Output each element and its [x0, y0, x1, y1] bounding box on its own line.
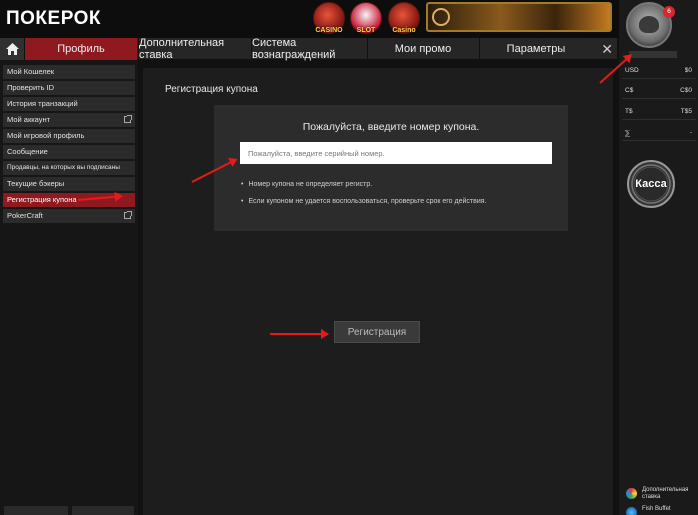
annotation-arrow — [270, 329, 329, 339]
casino-icon[interactable]: CASINO — [313, 2, 345, 34]
balance-value: - — [689, 129, 692, 136]
tab-my-promo[interactable]: Мои промо — [367, 38, 478, 60]
avatar-image — [639, 16, 659, 33]
username-placeholder — [629, 51, 677, 58]
promo-fish-buffet[interactable]: Fish Buffet — [622, 504, 696, 515]
bottom-widget-mail[interactable] — [72, 506, 134, 515]
sidebar-item-wallet[interactable]: Мой Кошелек — [3, 65, 135, 79]
live-casino-icon[interactable]: Casino — [388, 2, 420, 34]
balance-currency: C$ — [625, 87, 634, 94]
sidebar-item-label: Мой Кошелек — [7, 67, 55, 76]
balance-value: $0 — [684, 67, 692, 74]
sidebar-item-label: Мой аккаунт — [7, 115, 51, 124]
sidebar-item-subscribed-sellers[interactable]: Продавцы, на которых вы подписаны — [3, 161, 135, 175]
sidebar-item-label: Текущие бэкеры — [7, 179, 65, 188]
cashier-button[interactable]: Касса — [627, 160, 675, 208]
balance-usd: USD $0 — [622, 63, 696, 79]
coupon-panel-title: Пожалуйста, введите номер купона. — [302, 121, 480, 133]
balance-tournament: T$ T$5 — [622, 104, 696, 120]
sidebar-item-check-id[interactable]: Проверить ID — [3, 81, 135, 95]
home-button[interactable] — [0, 38, 24, 60]
promo-banner[interactable] — [426, 2, 612, 32]
coupon-note-expiry: Если купоном не удается воспользоваться,… — [241, 198, 486, 205]
sidebar-item-messages[interactable]: Сообщение — [3, 145, 135, 159]
balance-value: C$0 — [680, 87, 692, 94]
promo-extra-bet[interactable]: Дополнительная ставка — [622, 485, 696, 503]
sidebar-item-label: Продавцы, на которых вы подписаны — [7, 164, 120, 171]
bottom-widget-left[interactable] — [4, 506, 68, 515]
promo-label: Fish Buffet — [642, 506, 671, 512]
app-logo: ПОКЕРОК — [6, 8, 102, 29]
sidebar-item-label: Сообщение — [7, 147, 48, 156]
slot-icon[interactable]: SLOT — [350, 2, 382, 34]
promo-label: Дополнительная ставка — [642, 487, 689, 500]
points-icon: ⅀ — [625, 130, 631, 137]
sidebar-item-label: Проверить ID — [7, 83, 55, 92]
external-link-icon — [124, 211, 132, 219]
sidebar-item-account[interactable]: Мой аккаунт — [3, 113, 135, 127]
balance-value: T$5 — [680, 108, 692, 115]
balance-points: ⅀ - — [622, 125, 696, 141]
coupon-serial-input[interactable] — [240, 142, 552, 164]
sidebar-item-label: Регистрация купона — [7, 195, 77, 204]
tab-profile[interactable]: Профиль — [24, 38, 137, 60]
main-nav: Профиль Дополнительная ставка Система во… — [0, 37, 617, 61]
wheel-icon — [626, 488, 637, 499]
sidebar-item-label: История транзакций — [7, 99, 78, 108]
external-link-icon — [124, 115, 132, 123]
sidebar-item-transactions[interactable]: История транзакций — [3, 97, 135, 111]
slot-label: SLOT — [356, 27, 376, 34]
close-icon[interactable]: ✕ — [601, 41, 613, 58]
banner-ring-icon — [432, 8, 450, 26]
sidebar-item-game-profile[interactable]: Мой игровой профиль — [3, 129, 135, 143]
coupon-panel: Пожалуйста, введите номер купона. Номер … — [214, 105, 568, 231]
sidebar-item-label: PokerCraft — [7, 211, 43, 220]
home-icon — [5, 43, 19, 55]
balance-cad: C$ C$0 — [622, 83, 696, 99]
coupon-note-case: Номер купона не определяет регистр. — [241, 181, 372, 188]
tab-settings[interactable]: Параметры — [479, 38, 592, 60]
casino-label: CASINO — [315, 27, 343, 34]
sidebar-item-pokercraft[interactable]: PokerCraft — [3, 209, 135, 223]
sidebar-item-backers[interactable]: Текущие бэкеры — [3, 177, 135, 191]
top-header: ПОКЕРОК CASINO SLOT Casino — [0, 0, 620, 38]
sidebar-item-label: Мой игровой профиль — [7, 131, 85, 140]
tab-rewards[interactable]: Система вознаграждений — [251, 37, 366, 61]
balance-currency: USD — [625, 67, 639, 74]
register-button[interactable]: Регистрация — [334, 321, 420, 343]
live-casino-label: Casino — [392, 27, 416, 34]
tab-extra-bet[interactable]: Дополнительная ставка — [138, 37, 250, 61]
profile-sidebar: Мой Кошелек Проверить ID История транзак… — [0, 60, 138, 515]
main-content: Регистрация купона Пожалуйста, введите н… — [143, 68, 613, 515]
balance-currency: T$ — [625, 108, 633, 115]
page-title: Регистрация купона — [165, 84, 258, 95]
notification-badge: 6 — [663, 6, 675, 18]
fish-icon — [626, 507, 637, 515]
account-panel: 6 USD $0 C$ C$0 T$ T$5 ⅀ - Касса Дополни… — [619, 0, 698, 515]
